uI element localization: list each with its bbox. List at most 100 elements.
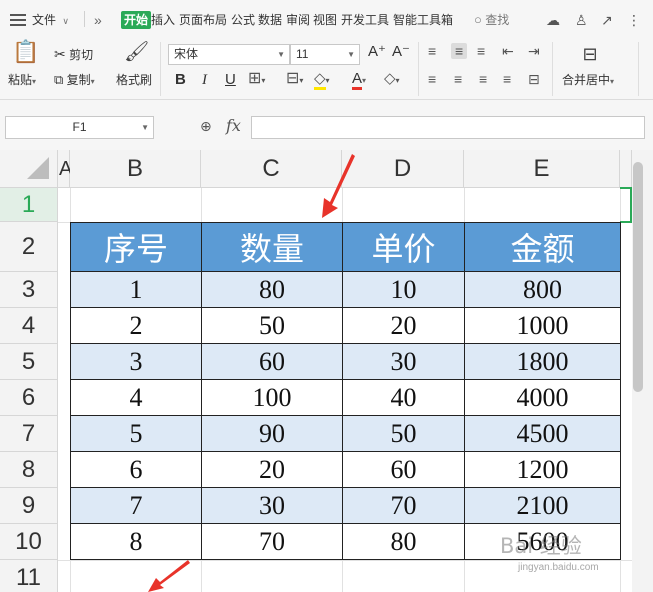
search-button[interactable]: ○ 查找	[474, 11, 509, 29]
table-cell[interactable]: 4500	[464, 415, 621, 452]
underline-button[interactable]: U	[225, 72, 236, 88]
table-cell[interactable]: 3	[70, 343, 202, 380]
table-cell[interactable]: 4000	[464, 379, 621, 416]
table-cell[interactable]: 60	[201, 343, 343, 380]
justify-icon[interactable]: ≡	[503, 71, 511, 87]
table-cell[interactable]: 60	[342, 451, 465, 488]
copy-button[interactable]: ⧉ 复制▾	[54, 72, 95, 90]
select-all-corner[interactable]	[0, 150, 58, 188]
share-icon[interactable]: ↗	[601, 11, 613, 29]
table-cell[interactable]: 2	[70, 307, 202, 344]
decrease-indent-icon[interactable]: ⇤	[502, 43, 514, 59]
align-middle-icon[interactable]: ≡	[451, 43, 468, 59]
column-header-d[interactable]: D	[342, 150, 464, 188]
table-cell[interactable]: 100	[201, 379, 343, 416]
tab-data[interactable]: 数据	[258, 11, 282, 29]
tab-review[interactable]: 审阅	[286, 11, 310, 29]
table-cell[interactable]: 90	[201, 415, 343, 452]
row-header-3[interactable]: 3	[0, 272, 58, 308]
row-header-9[interactable]: 9	[0, 488, 58, 524]
increase-font-button[interactable]: A⁺	[368, 44, 386, 60]
table-cell[interactable]: 40	[342, 379, 465, 416]
column-header-f[interactable]	[620, 150, 632, 188]
table-cell[interactable]: 1200	[464, 451, 621, 488]
font-color-button[interactable]: A▾	[352, 70, 366, 90]
header-cell-amount[interactable]: 金额	[464, 222, 621, 272]
table-cell[interactable]: 5	[70, 415, 202, 452]
scrollbar-thumb[interactable]	[633, 162, 643, 392]
table-cell[interactable]: 80	[201, 271, 343, 308]
row-header-10[interactable]: 10	[0, 524, 58, 560]
table-cell[interactable]: 1	[70, 271, 202, 308]
font-size-select[interactable]: 11 ▼	[290, 44, 360, 65]
hamburger-icon[interactable]	[10, 11, 26, 29]
table-cell[interactable]: 10	[342, 271, 465, 308]
cloud-sync-icon[interactable]: ☁	[546, 11, 560, 29]
increase-indent-icon[interactable]: ⇥	[528, 43, 540, 59]
tab-view[interactable]: 视图	[313, 11, 337, 29]
header-cell-index[interactable]: 序号	[70, 222, 202, 272]
row-header-8[interactable]: 8	[0, 452, 58, 488]
table-cell[interactable]: 70	[342, 487, 465, 524]
file-menu[interactable]: 文件 ∨	[32, 11, 69, 29]
table-cell[interactable]: 50	[342, 415, 465, 452]
table-cell[interactable]: 80	[342, 523, 465, 560]
header-cell-quantity[interactable]: 数量	[201, 222, 343, 272]
borders-icon[interactable]: ⊞▾	[248, 71, 265, 89]
tab-home[interactable]: 开始	[121, 11, 152, 29]
align-right-icon[interactable]: ≡	[479, 71, 487, 87]
row-header-2[interactable]: 2	[0, 222, 58, 272]
more-options-icon[interactable]: ⋮	[627, 11, 641, 29]
table-cell[interactable]: 20	[201, 451, 343, 488]
tab-page-layout[interactable]: 页面布局	[179, 11, 227, 29]
column-header-a[interactable]: A	[58, 150, 72, 188]
row-header-1[interactable]: 1	[0, 188, 58, 222]
table-cell[interactable]: 7	[70, 487, 202, 524]
cut-button[interactable]: ✂ 剪切	[54, 46, 93, 63]
row-header-4[interactable]: 4	[0, 308, 58, 344]
tab-developer[interactable]: 开发工具	[341, 11, 389, 29]
clear-format-icon[interactable]: ◇▾	[384, 71, 400, 89]
column-header-b[interactable]: B	[70, 150, 201, 188]
table-cell[interactable]: 30	[342, 343, 465, 380]
table-cell[interactable]: 1000	[464, 307, 621, 344]
tab-insert[interactable]: 插入	[151, 11, 175, 29]
table-cell[interactable]: 6	[70, 451, 202, 488]
table-cell[interactable]: 20	[342, 307, 465, 344]
table-cell[interactable]: 2100	[464, 487, 621, 524]
spreadsheet-grid[interactable]: A B C D E 1 2 3 4 5 6 7 8 9 10 11 序号 数量 …	[0, 150, 653, 592]
name-box[interactable]: F1 ▼	[5, 116, 154, 139]
row-header-5[interactable]: 5	[0, 344, 58, 380]
table-cell[interactable]: 30	[201, 487, 343, 524]
table-cell[interactable]: 4	[70, 379, 202, 416]
fill-color-icon[interactable]: ◇▾	[314, 70, 330, 90]
table-cell[interactable]: 50	[201, 307, 343, 344]
decrease-font-button[interactable]: A⁻	[392, 44, 410, 60]
merge-center-button[interactable]: 合并居中▾	[562, 72, 614, 90]
row-header-7[interactable]: 7	[0, 416, 58, 452]
zoom-icon[interactable]: ⊕	[200, 118, 212, 135]
bold-button[interactable]: B	[175, 72, 186, 88]
row-header-11[interactable]: 11	[0, 560, 58, 592]
merge-cells-icon[interactable]: ⊟	[578, 44, 602, 64]
align-bottom-icon[interactable]: ≡	[477, 43, 485, 59]
format-painter-icon[interactable]: 🖌	[124, 42, 149, 68]
table-cell[interactable]: 70	[201, 523, 343, 560]
tab-smart-toolbox[interactable]: 智能工具箱	[393, 11, 453, 29]
table-cell[interactable]: 800	[464, 271, 621, 308]
header-cell-unit-price[interactable]: 单价	[342, 222, 465, 272]
format-painter-label[interactable]: 格式刷	[116, 72, 152, 88]
more-tabs-icon[interactable]: »	[94, 11, 102, 29]
align-left-icon[interactable]: ≡	[428, 71, 436, 87]
cell-style-icon[interactable]: ⊟▾	[286, 71, 303, 89]
function-icon[interactable]: fx	[226, 116, 241, 135]
selected-cell-f1[interactable]	[620, 187, 632, 223]
row-header-6[interactable]: 6	[0, 380, 58, 416]
tab-formulas[interactable]: 公式	[231, 11, 255, 29]
paste-icon[interactable]: 📋	[12, 41, 39, 68]
font-name-select[interactable]: 宋体 ▼	[168, 44, 290, 65]
align-center-icon[interactable]: ≡	[454, 71, 462, 87]
column-header-e[interactable]: E	[464, 150, 620, 188]
collaborate-icon[interactable]: ♙	[575, 11, 588, 29]
italic-button[interactable]: I	[202, 72, 207, 88]
